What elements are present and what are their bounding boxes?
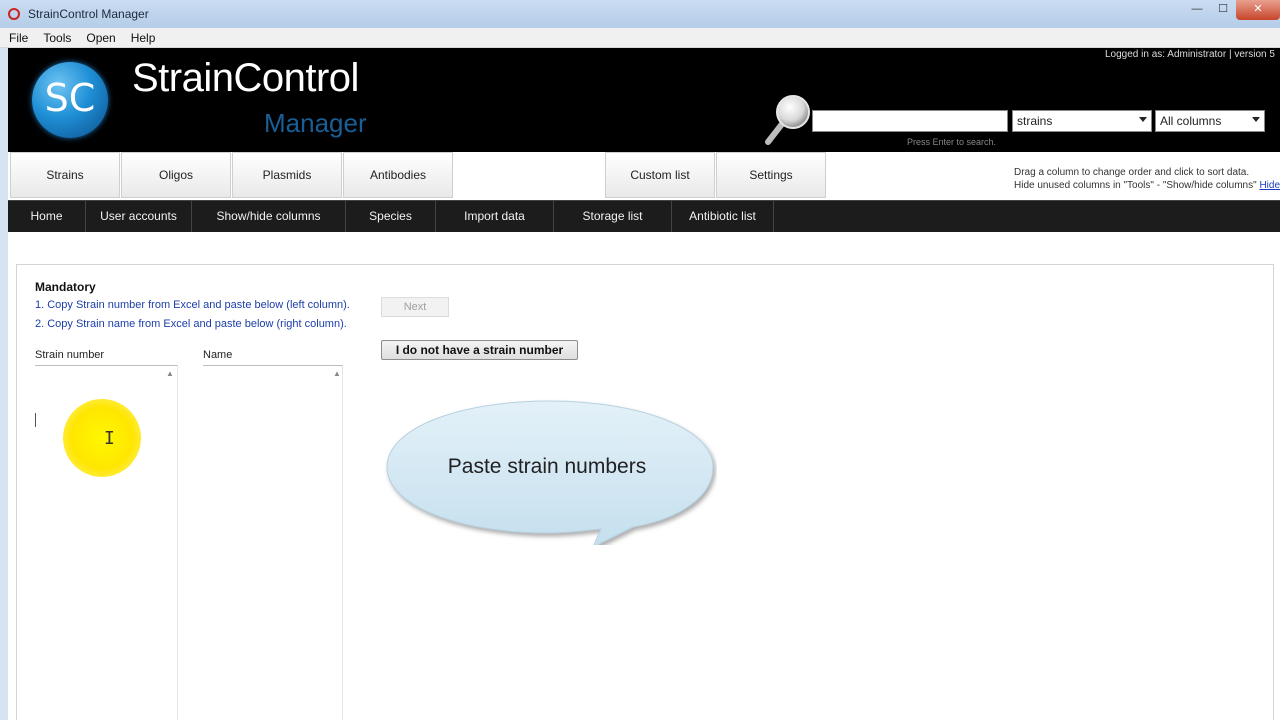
window-controls: — ☐ ✕ <box>1184 0 1280 20</box>
subnav-home[interactable]: Home <box>8 201 86 232</box>
cursor-highlight <box>63 399 141 477</box>
search-hint: Press Enter to search. <box>907 137 997 147</box>
tab-help-line1: Drag a column to change order and click … <box>1014 167 1250 178</box>
title-bar: StrainControl Manager — ☐ ✕ <box>0 0 1280 28</box>
window-title: StrainControl Manager <box>28 7 149 21</box>
sub-navigation: Home User accounts Show/hide columns Spe… <box>8 200 1280 232</box>
app-icon <box>8 8 20 20</box>
scroll-up-arrow-icon[interactable]: ▲ <box>166 369 174 378</box>
menu-file[interactable]: File <box>3 31 34 45</box>
tab-settings[interactable]: Settings <box>716 152 826 198</box>
subnav-antibiotic-list[interactable]: Antibiotic list <box>672 201 774 232</box>
menu-open[interactable]: Open <box>80 31 121 45</box>
app-name: StrainControl <box>132 56 359 100</box>
subnav-species[interactable]: Species <box>346 201 436 232</box>
search-columns-select[interactable]: All columns <box>1155 110 1265 132</box>
chevron-down-icon <box>1252 117 1260 122</box>
search-type-value: strains <box>1017 114 1053 128</box>
tab-plasmids[interactable]: Plasmids <box>232 152 342 198</box>
logo-text: SC <box>44 76 96 120</box>
instruction-step-1: 1. Copy Strain number from Excel and pas… <box>35 299 350 311</box>
tab-help-text: Drag a column to change order and click … <box>1014 166 1280 192</box>
scroll-up-arrow-icon[interactable]: ▲ <box>333 369 341 378</box>
content-area: Mandatory 1. Copy Strain number from Exc… <box>8 232 1280 720</box>
app-header: SC StrainControl Manager Logged in as: A… <box>8 48 1280 152</box>
instruction-step-2: 2. Copy Strain name from Excel and paste… <box>35 318 347 330</box>
menu-help[interactable]: Help <box>125 31 162 45</box>
main-tab-bar: Strains Oligos Plasmids Antibodies Custo… <box>8 152 1280 200</box>
name-textarea[interactable] <box>203 365 343 720</box>
search-type-select[interactable]: strains <box>1012 110 1152 132</box>
tab-custom-list[interactable]: Custom list <box>605 152 715 198</box>
text-cursor-icon: I <box>104 428 115 449</box>
strain-number-label: Strain number <box>35 349 105 361</box>
close-button[interactable]: ✕ <box>1236 0 1280 20</box>
chevron-down-icon <box>1139 117 1147 122</box>
app-subtitle: Manager <box>264 108 367 138</box>
maximize-button[interactable]: ☐ <box>1210 0 1236 20</box>
minimize-button[interactable]: — <box>1184 0 1210 20</box>
magnifier-icon <box>765 95 810 145</box>
menu-tools[interactable]: Tools <box>37 31 77 45</box>
logo: SC <box>32 62 108 138</box>
hide-help-link[interactable]: Hide <box>1259 180 1280 191</box>
subnav-storage-list[interactable]: Storage list <box>554 201 672 232</box>
callout-text: Paste strain numbers <box>447 455 647 478</box>
search-input[interactable] <box>812 110 1008 132</box>
tab-oligos[interactable]: Oligos <box>121 152 231 198</box>
import-panel: Mandatory 1. Copy Strain number from Exc… <box>16 264 1274 720</box>
subnav-show-hide-columns[interactable]: Show/hide columns <box>192 201 346 232</box>
mandatory-heading: Mandatory <box>35 280 96 294</box>
name-label: Name <box>203 349 233 361</box>
tab-help-line2: Hide unused columns in "Tools" - "Show/h… <box>1014 180 1257 191</box>
subnav-import-data[interactable]: Import data <box>436 201 554 232</box>
tab-antibodies[interactable]: Antibodies <box>343 152 453 198</box>
logged-in-status: Logged in as: Administrator | version 5 <box>1105 49 1275 60</box>
next-button[interactable]: Next <box>381 297 449 317</box>
no-strain-number-button[interactable]: I do not have a strain number <box>381 340 578 360</box>
text-caret <box>35 413 36 427</box>
menu-bar: File Tools Open Help <box>0 28 1280 48</box>
search-columns-value: All columns <box>1160 114 1222 128</box>
subnav-user-accounts[interactable]: User accounts <box>86 201 192 232</box>
tab-strains[interactable]: Strains <box>10 152 120 198</box>
